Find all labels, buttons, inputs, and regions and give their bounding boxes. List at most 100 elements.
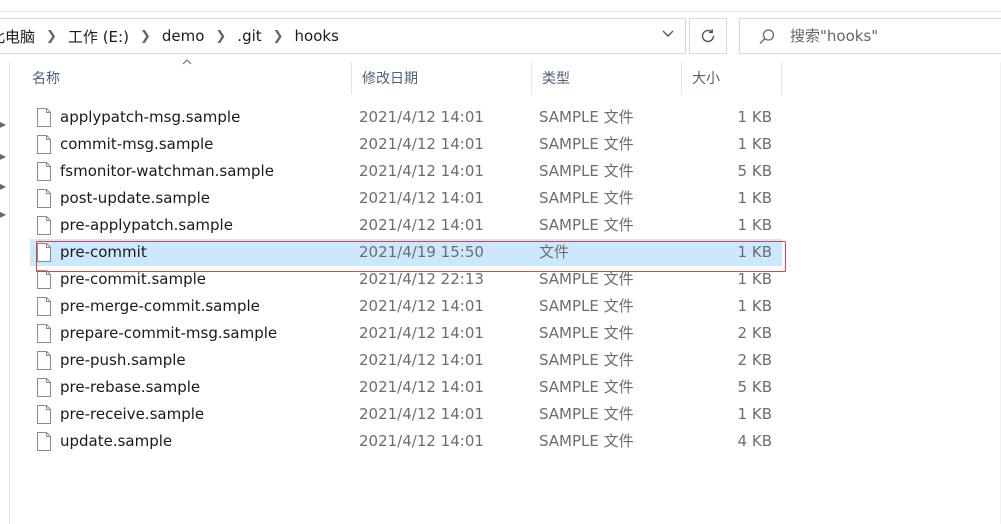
navigation-pane[interactable]: ▸ ▸ ▸ ▸ <box>0 62 10 524</box>
file-size: 2 KB <box>737 324 772 342</box>
file-type: SAMPLE 文件 <box>539 108 634 126</box>
file-name: pre-merge-commit.sample <box>60 297 260 315</box>
column-header-row: 名称 修改日期 类型 大小 <box>22 59 782 94</box>
file-icon <box>37 351 51 370</box>
file-size: 1 KB <box>737 189 772 207</box>
file-modified-date: 2021/4/12 14:01 <box>359 432 484 450</box>
file-name: prepare-commit-msg.sample <box>60 324 278 342</box>
file-name: post-update.sample <box>60 189 210 207</box>
file-row[interactable]: pre-receive.sample 2021/4/12 14:01 SAMPLE … <box>30 401 782 428</box>
file-name: commit-msg.sample <box>60 135 214 153</box>
file-modified-date: 2021/4/12 14:01 <box>359 351 484 369</box>
refresh-icon <box>701 29 715 43</box>
column-header-date[interactable]: 修改日期 <box>352 62 532 94</box>
column-header-size[interactable]: 大小 <box>682 62 782 94</box>
file-type: SAMPLE 文件 <box>539 405 634 423</box>
file-modified-date: 2021/4/12 22:13 <box>359 270 484 288</box>
breadcrumb: 此电脑 ❯ 工作 (E:) ❯ demo ❯ .git ❯ hooks <box>0 19 341 53</box>
file-size: 4 KB <box>737 432 772 450</box>
breadcrumb-item-demo[interactable]: demo <box>160 27 207 45</box>
breadcrumb-item-git[interactable]: .git <box>235 27 263 45</box>
file-size: 1 KB <box>737 216 772 234</box>
column-header-type-label: 类型 <box>542 71 570 87</box>
file-name: pre-push.sample <box>60 351 186 369</box>
file-row[interactable]: pre-push.sample 2021/4/12 14:01 SAMPLE 文件 2… <box>30 347 782 374</box>
file-icon <box>37 162 51 181</box>
file-modified-date: 2021/4/12 14:01 <box>359 405 484 423</box>
file-icon <box>37 270 51 289</box>
file-row[interactable]: post-update.sample 2021/4/12 14:01 SAMPLE … <box>30 185 782 212</box>
file-icon <box>37 432 51 451</box>
file-size: 1 KB <box>737 108 772 126</box>
file-size: 1 KB <box>737 297 772 315</box>
column-header-name[interactable]: 名称 <box>22 62 352 94</box>
file-icon <box>37 189 51 208</box>
chevron-right-icon[interactable]: ❯ <box>215 29 226 44</box>
file-type: SAMPLE 文件 <box>539 135 634 153</box>
file-modified-date: 2021/4/12 14:01 <box>359 378 484 396</box>
address-bar[interactable]: 此电脑 ❯ 工作 (E:) ❯ demo ❯ .git ❯ hooks <box>0 18 686 54</box>
file-icon <box>37 378 51 397</box>
file-row[interactable]: pre-applypatch.sample 2021/4/12 14:01 SAMP… <box>30 212 782 239</box>
file-row[interactable]: commit-msg.sample 2021/4/12 14:01 SAMPLE 文… <box>30 131 782 158</box>
file-icon <box>37 297 51 316</box>
file-row[interactable]: pre-commit 2021/4/19 15:50 文件 1 KB <box>30 239 782 266</box>
file-row[interactable]: update.sample 2021/4/12 14:01 SAMPLE 文件 4 K… <box>30 428 782 455</box>
search-box[interactable] <box>739 18 1001 54</box>
file-row[interactable]: pre-rebase.sample 2021/4/12 14:01 SAMPLE 文… <box>30 374 782 401</box>
file-icon <box>37 135 51 154</box>
column-header-name-label: 名称 <box>32 71 60 87</box>
file-name: pre-applypatch.sample <box>60 216 233 234</box>
column-header-size-label: 大小 <box>692 71 720 87</box>
file-modified-date: 2021/4/12 14:01 <box>359 297 484 315</box>
file-modified-date: 2021/4/12 14:01 <box>359 135 484 153</box>
file-type: SAMPLE 文件 <box>539 432 634 450</box>
file-type: SAMPLE 文件 <box>539 270 634 288</box>
file-modified-date: 2021/4/12 14:01 <box>359 216 484 234</box>
file-name: update.sample <box>60 432 173 450</box>
file-name: pre-commit <box>60 243 147 261</box>
file-modified-date: 2021/4/12 14:01 <box>359 189 484 207</box>
chevron-down-icon[interactable] <box>661 27 675 41</box>
expand-arrow-icon[interactable]: ▸ <box>0 118 6 130</box>
file-row[interactable]: fsmonitor-watchman.sample 2021/4/12 14:01… <box>30 158 782 185</box>
breadcrumb-item-drive[interactable]: 工作 (E:) <box>66 26 131 47</box>
search-input[interactable] <box>790 26 990 46</box>
file-row[interactable]: pre-commit.sample 2021/4/12 22:13 SAMPLE 文… <box>30 266 782 293</box>
file-type: SAMPLE 文件 <box>539 189 634 207</box>
file-type: SAMPLE 文件 <box>539 324 634 342</box>
file-modified-date: 2021/4/12 14:01 <box>359 162 484 180</box>
file-type: 文件 <box>539 243 570 261</box>
breadcrumb-item-hooks[interactable]: hooks <box>293 27 341 45</box>
chevron-right-icon[interactable]: ❯ <box>46 29 57 44</box>
file-row[interactable]: applypatch-msg.sample 2021/4/12 14:01 SAMP… <box>30 104 782 131</box>
expand-arrow-icon[interactable]: ▸ <box>0 180 6 192</box>
file-size: 5 KB <box>737 162 772 180</box>
column-header-date-label: 修改日期 <box>362 71 418 87</box>
file-icon <box>37 108 51 127</box>
sort-ascending-icon <box>182 59 192 65</box>
refresh-button[interactable] <box>689 18 727 54</box>
file-name: pre-receive.sample <box>60 405 205 423</box>
chevron-right-icon[interactable]: ❯ <box>140 29 151 44</box>
breadcrumb-item-this-pc[interactable]: 此电脑 <box>0 26 37 47</box>
search-icon <box>759 29 775 44</box>
file-icon <box>37 216 51 235</box>
file-modified-date: 2021/4/19 15:50 <box>359 243 484 261</box>
chevron-right-icon[interactable]: ❯ <box>273 29 284 44</box>
file-size: 1 KB <box>737 243 772 261</box>
file-icon <box>37 405 51 424</box>
file-type: SAMPLE 文件 <box>539 297 634 315</box>
file-list: applypatch-msg.sample 2021/4/12 14:01 SAMP… <box>30 104 782 455</box>
file-type: SAMPLE 文件 <box>539 216 634 234</box>
file-name: pre-commit.sample <box>60 270 207 288</box>
file-size: 1 KB <box>737 135 772 153</box>
expand-arrow-icon[interactable]: ▸ <box>0 150 6 162</box>
file-size: 5 KB <box>737 378 772 396</box>
file-name: applypatch-msg.sample <box>60 108 241 126</box>
file-modified-date: 2021/4/12 14:01 <box>359 108 484 126</box>
file-row[interactable]: pre-merge-commit.sample 2021/4/12 14:01 SA… <box>30 293 782 320</box>
expand-arrow-icon[interactable]: ▸ <box>0 208 6 220</box>
column-header-type[interactable]: 类型 <box>532 62 682 94</box>
file-row[interactable]: prepare-commit-msg.sample 2021/4/12 14:01… <box>30 320 782 347</box>
